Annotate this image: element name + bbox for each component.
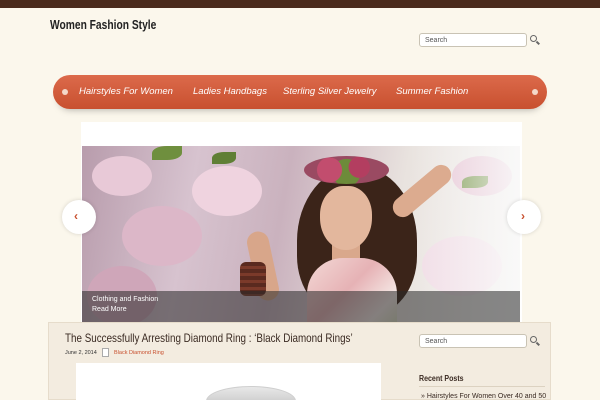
post-date: June 2, 2014	[65, 350, 97, 356]
nav-bullet-right	[532, 89, 538, 95]
nav-item-handbags[interactable]: Ladies Handbags	[193, 86, 267, 97]
sidebar-divider	[419, 386, 545, 387]
slide-read-more-link[interactable]: Read More	[92, 306, 127, 313]
post-title[interactable]: The Successfully Arresting Diamond Ring …	[65, 331, 353, 345]
slide-caption-title[interactable]: Clothing and Fashion	[92, 296, 158, 303]
chevron-left-icon: ‹	[74, 209, 78, 223]
document-icon	[102, 348, 109, 357]
recent-posts-heading: Recent Posts	[419, 374, 464, 383]
slider-next-button[interactable]: ›	[507, 200, 541, 234]
slider-prev-button[interactable]: ‹	[62, 200, 96, 234]
chevron-right-icon: ›	[521, 209, 525, 223]
main-nav: Hairstyles For Women Ladies Handbags Ste…	[53, 75, 547, 109]
search-icon[interactable]	[529, 34, 541, 46]
post-category-link[interactable]: Black Diamond Ring	[114, 350, 164, 356]
nav-item-hairstyles[interactable]: Hairstyles For Women	[79, 86, 173, 97]
sidebar-search-icon[interactable]	[529, 335, 541, 347]
site-title[interactable]: Women Fashion Style	[50, 18, 156, 32]
header-search-input[interactable]: Search	[419, 33, 527, 47]
nav-item-summer-fashion[interactable]: Summer Fashion	[396, 86, 468, 97]
recent-post-item[interactable]: » Hairstyles For Women Over 40 and 50	[421, 393, 546, 400]
sidebar-search-input[interactable]: Search	[419, 334, 527, 348]
nav-bullet-left	[62, 89, 68, 95]
top-bar	[0, 0, 600, 8]
nav-item-jewelry[interactable]: Sterling Silver Jewelry	[283, 86, 376, 97]
